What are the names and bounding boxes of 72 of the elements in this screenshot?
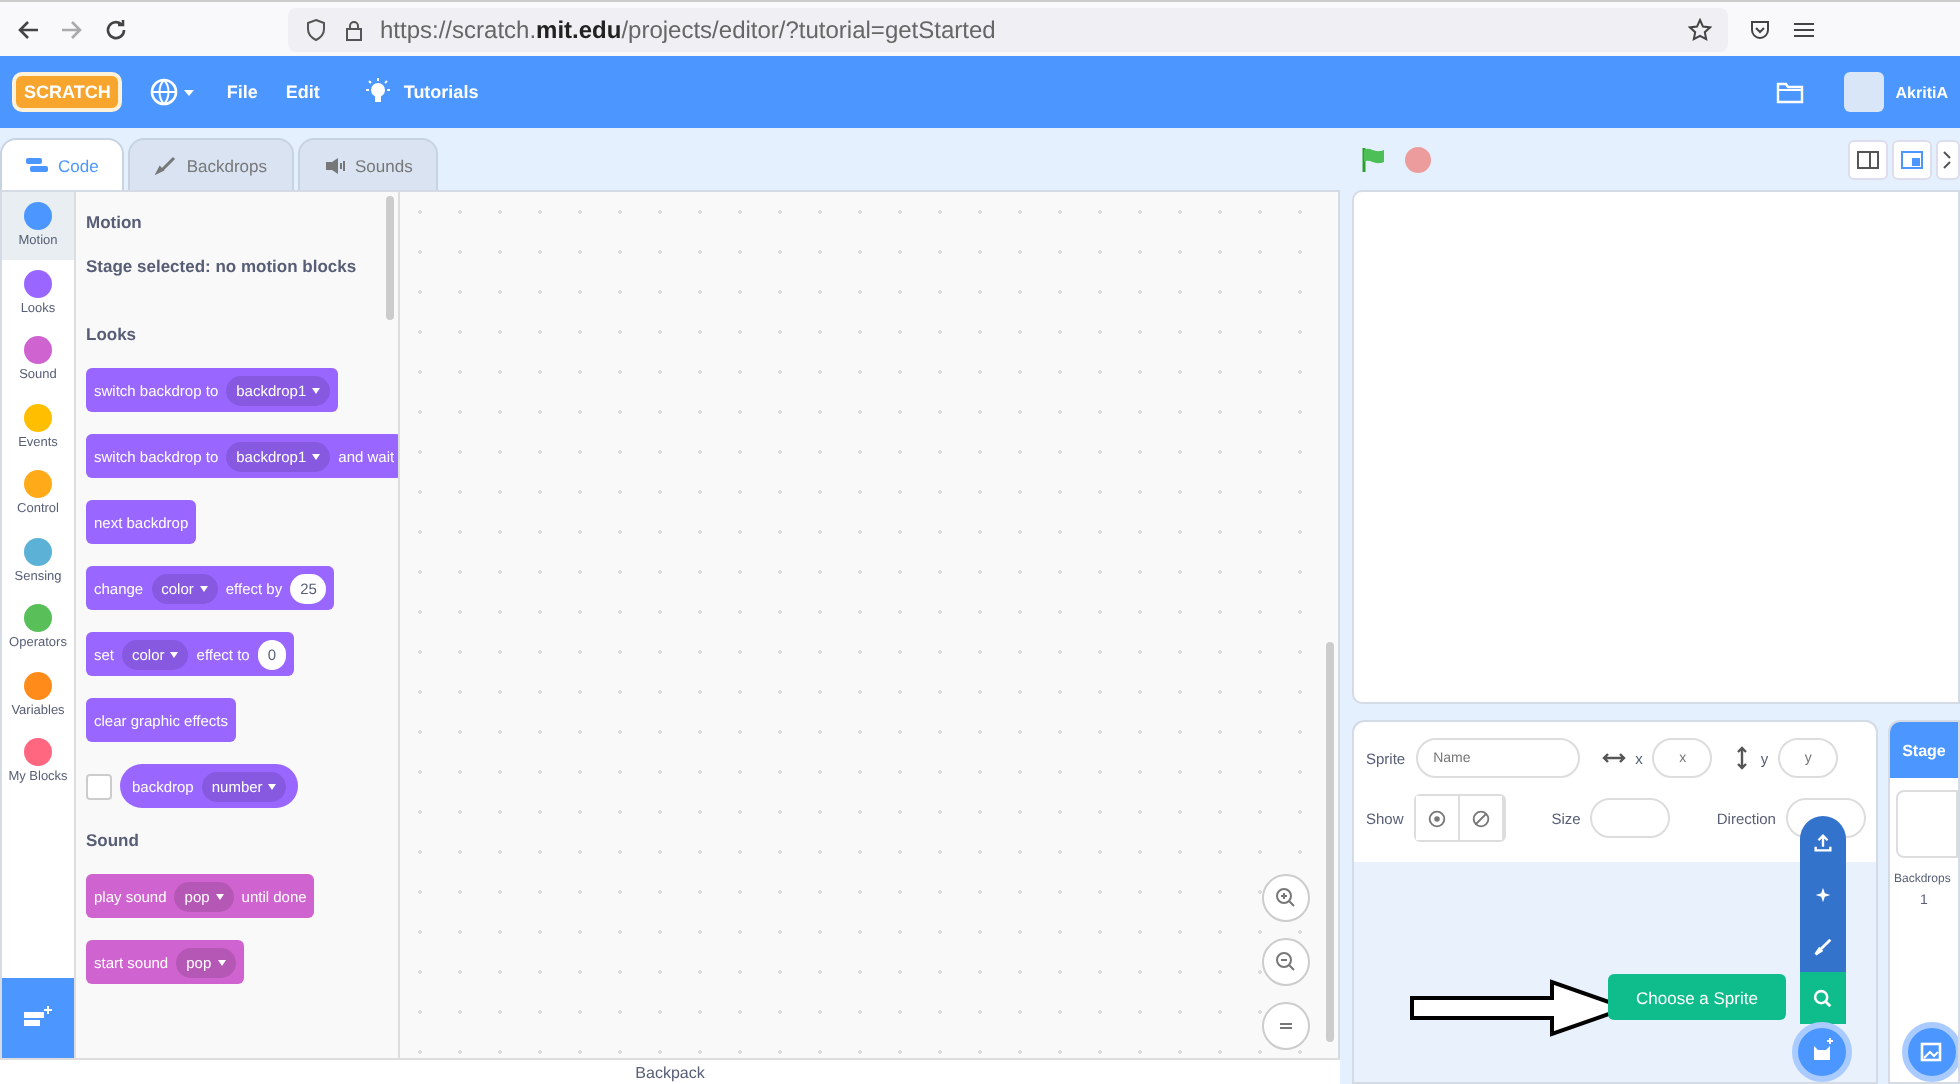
address-bar[interactable]: https://scratch.mit.edu/projects/editor/?tutorial=getStarted — [288, 7, 1728, 51]
section-title: Motion — [86, 212, 144, 232]
scrollbar[interactable] — [1326, 642, 1334, 1042]
normal-stage-icon — [1900, 147, 1924, 171]
size-field[interactable] — [1590, 798, 1671, 838]
lock-icon — [342, 17, 366, 41]
brush-icon — [1812, 935, 1834, 957]
picture-icon — [1918, 1038, 1946, 1066]
url-text: https://scratch.mit.edu/projects/editor/?tutorial=getStarted — [380, 15, 998, 43]
globe-icon[interactable] — [150, 78, 199, 106]
section-title: Sound — [86, 830, 141, 850]
lightbulb-icon — [363, 78, 392, 106]
flag-icon[interactable] — [1360, 145, 1388, 173]
speaker-icon — [323, 155, 347, 175]
menu-item[interactable]: Edit — [285, 82, 320, 102]
cat-icon — [1808, 1038, 1836, 1066]
tab[interactable]: Sounds — [297, 138, 439, 190]
stage-title: Stage — [1902, 741, 1946, 759]
section-note: Stage selected: no motion blocks — [86, 256, 359, 276]
tab[interactable]: Backdrops — [128, 138, 293, 190]
caret-icon — [215, 893, 224, 899]
folder-icon[interactable] — [1775, 80, 1804, 104]
vertical-arrows-icon — [1734, 746, 1751, 770]
search-icon — [1812, 987, 1834, 1009]
zoom-out-icon — [1274, 950, 1298, 974]
checkbox[interactable] — [86, 773, 112, 799]
brush-icon — [154, 155, 179, 175]
backpack-label: Backpack — [635, 1063, 705, 1081]
tab[interactable]: Code — [0, 138, 125, 190]
zoom-in-button[interactable] — [1262, 874, 1310, 922]
pocket-icon[interactable] — [1748, 17, 1772, 41]
reload-icon[interactable] — [104, 17, 128, 41]
show-button[interactable] — [1415, 796, 1460, 840]
caret-icon — [312, 387, 321, 393]
scrollbar[interactable] — [386, 196, 394, 320]
zoom-in-icon — [1274, 886, 1298, 910]
choose-backdrop-button[interactable] — [1902, 1022, 1958, 1082]
expand-icon — [1942, 147, 1954, 171]
caret-icon — [199, 585, 208, 591]
small-stage-button[interactable] — [1848, 139, 1888, 179]
tooltip: Choose a Sprite — [1608, 974, 1786, 1020]
horizontal-arrows-icon — [1601, 750, 1626, 766]
extension-icon — [22, 1004, 54, 1032]
add-extension-button[interactable] — [2, 978, 74, 1058]
choose-sprite-button[interactable] — [1792, 1022, 1852, 1082]
caret-icon — [217, 959, 226, 965]
code-icon — [26, 155, 50, 175]
caret-icon — [170, 651, 179, 657]
shield-icon — [304, 17, 328, 41]
star-icon[interactable] — [1688, 17, 1712, 41]
eye-icon — [1425, 807, 1448, 829]
username[interactable]: AkritiA — [1895, 83, 1948, 101]
backdrop-thumbnail[interactable] — [1896, 790, 1958, 858]
zoom-out-button[interactable] — [1262, 938, 1310, 986]
stop-icon[interactable] — [1404, 145, 1432, 173]
tutorials-menu[interactable]: Tutorials — [403, 82, 479, 102]
reset-zoom-button[interactable] — [1262, 1002, 1310, 1050]
fullscreen-button[interactable] — [1936, 139, 1960, 179]
back-icon[interactable] — [16, 17, 40, 41]
menu-item[interactable]: File — [226, 82, 258, 102]
search-button[interactable] — [1800, 972, 1846, 1024]
sparkle-icon — [1812, 883, 1834, 905]
caret-icon — [312, 453, 321, 459]
avatar[interactable] — [1843, 72, 1884, 112]
backpack-bar[interactable]: Backpack — [0, 1058, 1340, 1084]
menu-icon[interactable] — [1792, 17, 1816, 41]
caret-icon — [268, 783, 277, 789]
small-stage-icon — [1856, 147, 1880, 171]
upload-icon — [1812, 831, 1834, 853]
section-title: Looks — [86, 324, 139, 344]
hidden-eye-icon — [1469, 807, 1492, 829]
forward-icon[interactable] — [60, 17, 84, 41]
